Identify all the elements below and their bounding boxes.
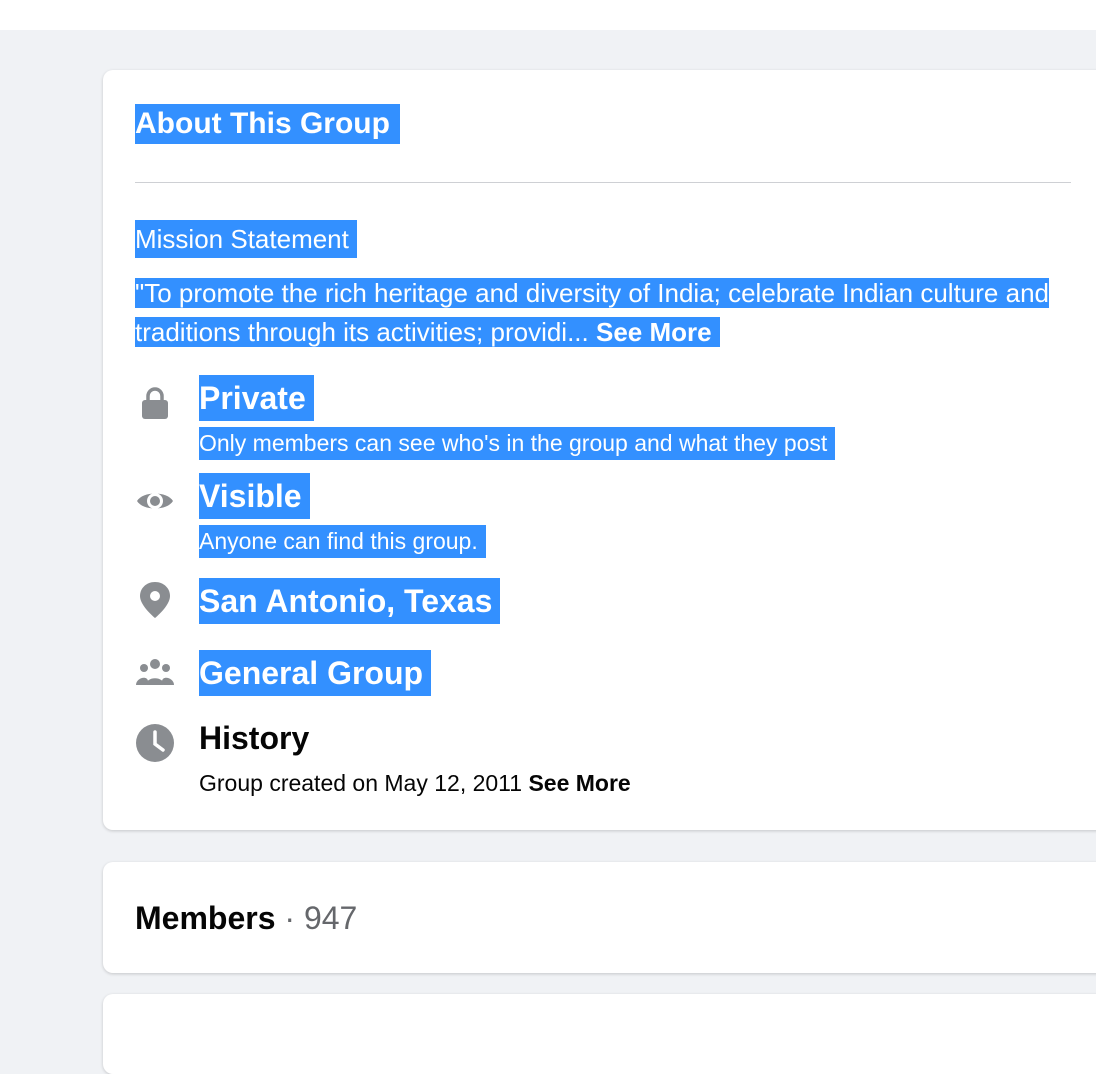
eye-icon bbox=[135, 481, 175, 521]
people-group-icon bbox=[135, 654, 175, 694]
clock-icon bbox=[135, 723, 175, 763]
history-description: Group created on May 12, 2011 See More bbox=[199, 770, 631, 796]
privacy-title: Private bbox=[199, 375, 314, 421]
visibility-description: Anyone can find this group. bbox=[199, 525, 486, 558]
visibility-title: Visible bbox=[199, 473, 310, 519]
members-card: Members · 947 bbox=[103, 862, 1096, 973]
history-see-more-link[interactable]: See More bbox=[528, 770, 630, 796]
privacy-description: Only members can see who's in the group … bbox=[199, 427, 836, 460]
history-title: History bbox=[199, 720, 310, 756]
mission-statement-label: Mission Statement bbox=[135, 220, 357, 258]
divider bbox=[135, 182, 1071, 183]
mission-statement-text: "To promote the rich heritage and divers… bbox=[135, 278, 1049, 347]
mission-see-more-link[interactable]: See More bbox=[596, 317, 712, 347]
members-count: 947 bbox=[303, 900, 358, 936]
about-title: About This Group bbox=[135, 104, 400, 144]
members-label: Members bbox=[135, 900, 276, 936]
next-card bbox=[103, 994, 1096, 1074]
mission-statement: "To promote the rich heritage and divers… bbox=[135, 274, 1055, 352]
location-title: San Antonio, Texas bbox=[199, 578, 501, 624]
about-group-card: About This Group Mission Statement "To p… bbox=[103, 70, 1096, 830]
location-pin-icon bbox=[135, 580, 175, 620]
members-heading[interactable]: Members · 947 bbox=[135, 896, 357, 940]
top-bar bbox=[0, 0, 1096, 30]
members-separator: · bbox=[284, 900, 296, 936]
lock-icon bbox=[135, 383, 175, 423]
group-type-title: General Group bbox=[199, 650, 432, 696]
